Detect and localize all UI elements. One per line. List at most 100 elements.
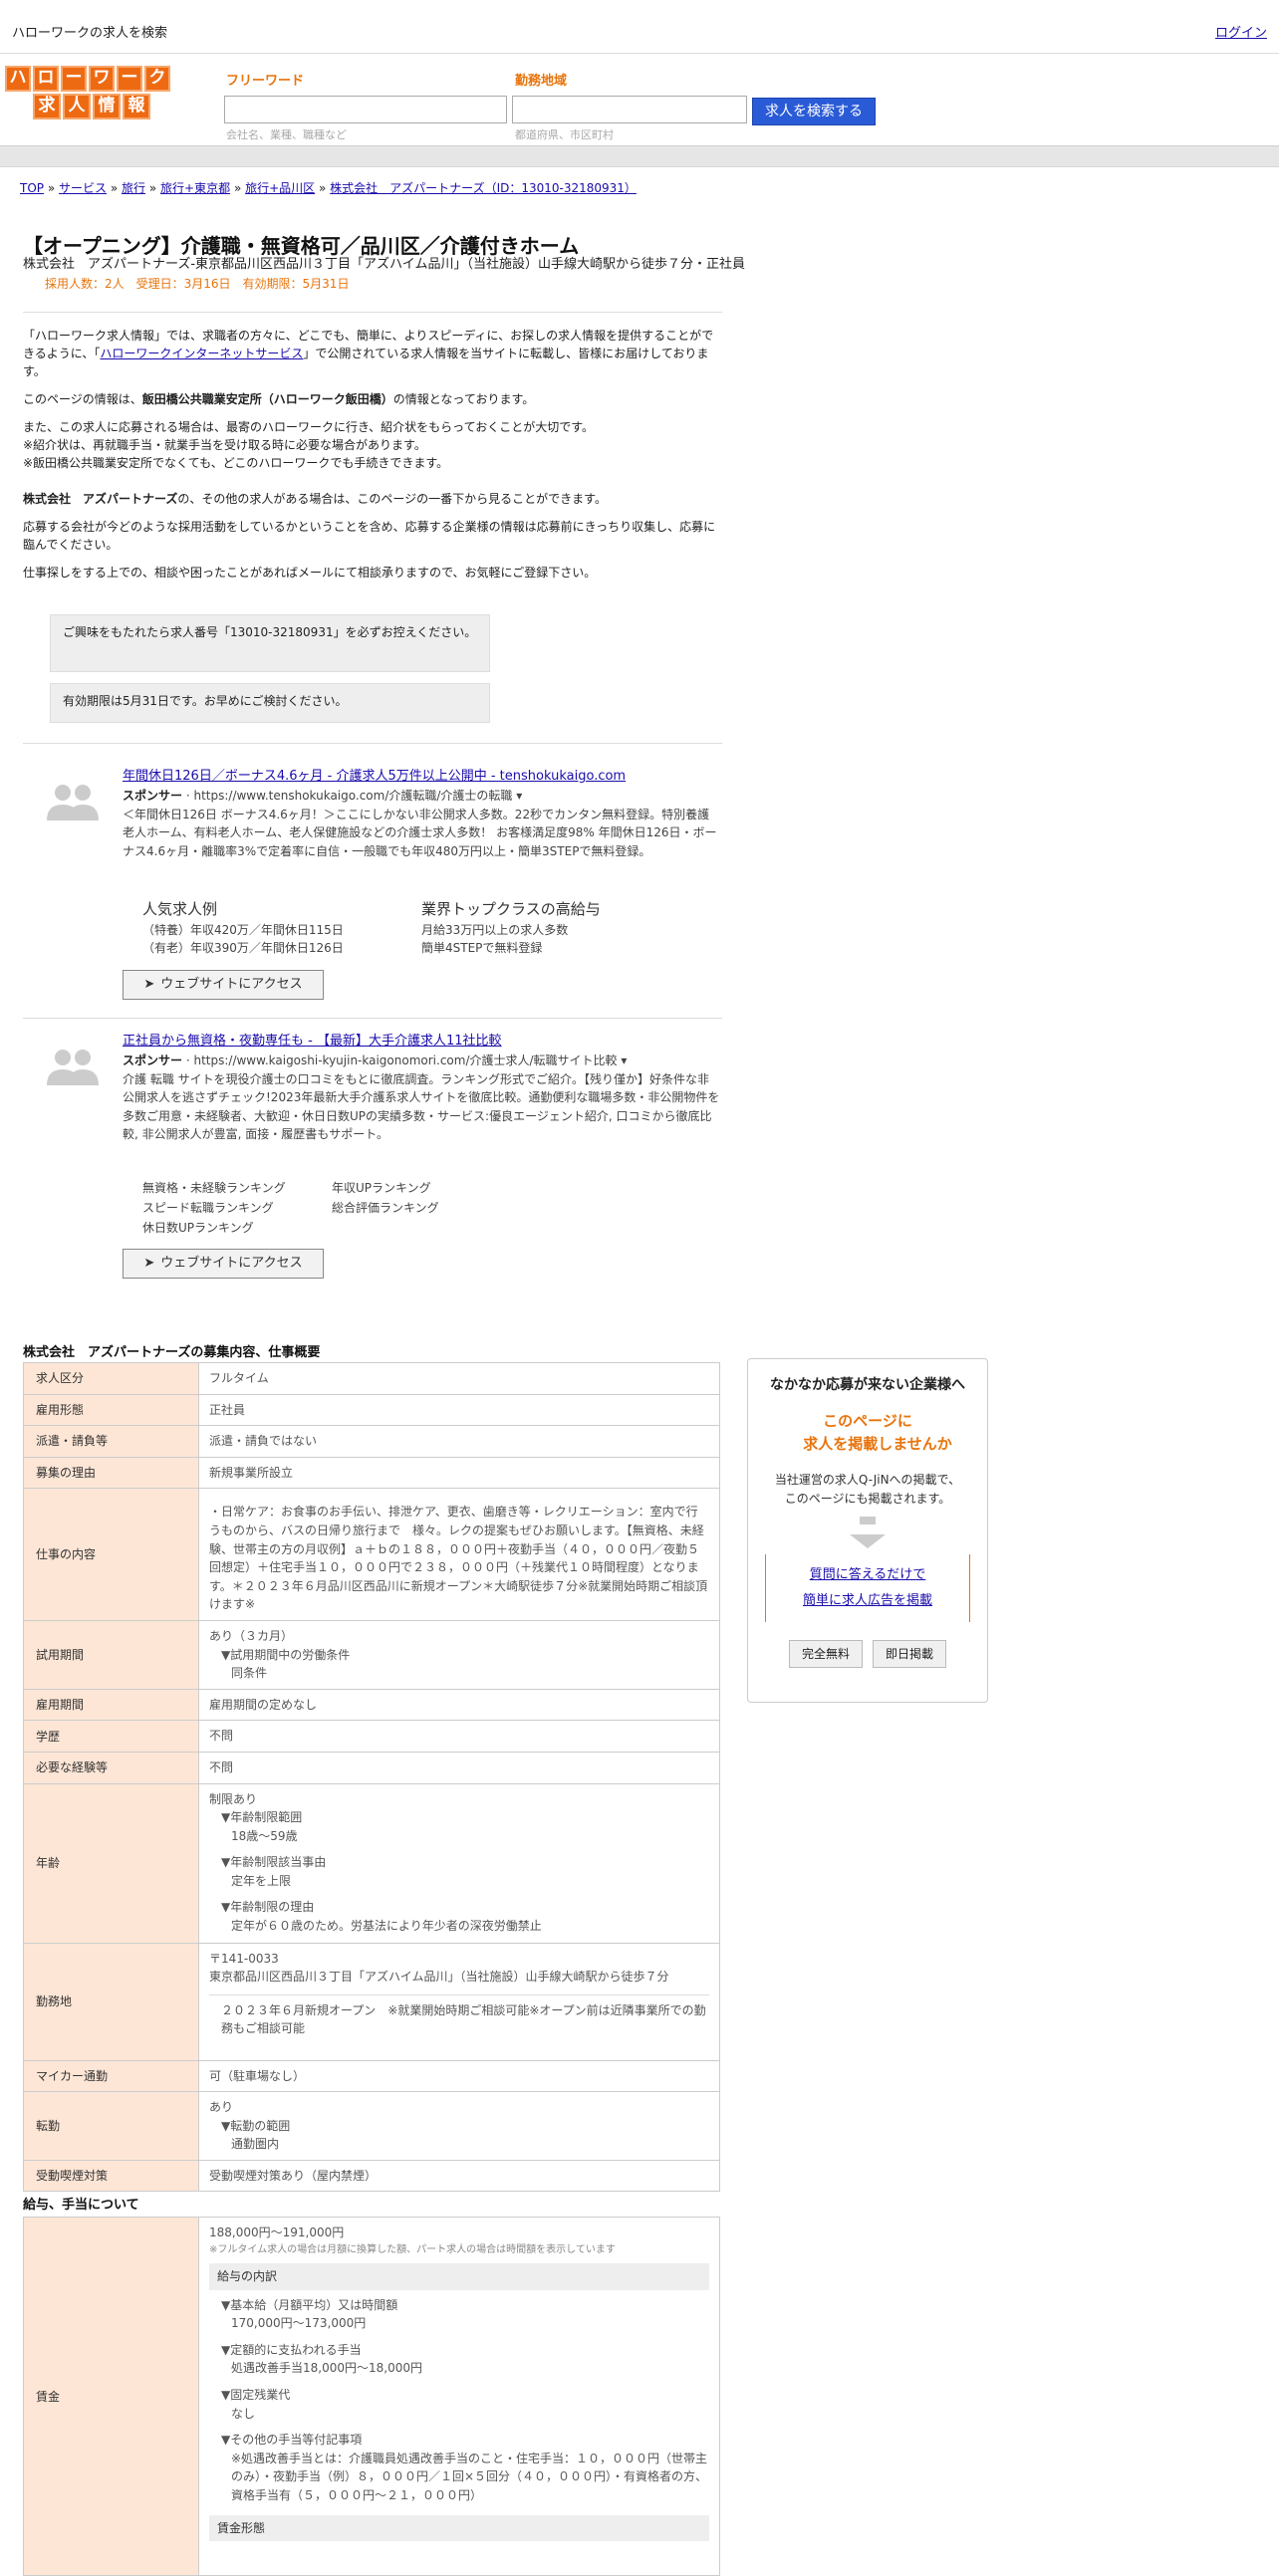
intro-text: 「ハローワーク求人情報」では、求職者の方々に、どこでも、簡単に、よりスピーディに… [23,327,720,591]
row-label: 派遣・請負等 [23,1425,199,1458]
row-label: 賃金 [23,2217,199,2576]
row-value: 不問 [198,1751,720,1784]
search-button[interactable]: 求人を検索する [752,98,876,125]
row-value: 制限あり ▼年齢制限範囲 18歳〜59歳 ▼年齢制限該当事由 定年を上限 ▼年齢… [198,1782,720,1944]
divider [23,743,722,744]
ad-sitelink[interactable]: 年収UPランキング [332,1179,481,1197]
row-label: 募集の理由 [23,1456,199,1490]
table-row: 雇用形態 正社員 [23,1393,720,1427]
breadcrumb-service[interactable]: サービス [59,181,107,195]
row-value: あり ▼転勤の範囲 通勤圏内 [198,2091,720,2161]
row-value: 可（駐車場なし） [198,2059,720,2093]
promo-links: 質問に答えるだけで 簡単に求人広告を掲載 [765,1554,970,1623]
intro-paragraph: 株式会社 アズパートナーズの、その他の求人がある場合は、このページの一番下から見… [23,492,607,506]
ad-sitelink[interactable]: 人気求人例 （特養）年収420万／年間休日115日 （有老）年収390万／年間休… [142,898,382,957]
table-row: 雇用期間 雇用期間の定めなし [23,1688,720,1722]
table-row: マイカー通勤 可（駐車場なし） [23,2059,720,2093]
ad-description: スポンサー · https://www.tenshokukaigo.com/介護… [123,789,717,858]
ad-sitelink[interactable]: 無資格・未経験ランキング [142,1179,292,1197]
logo-char: 求 [33,94,61,119]
ad-sitelinks: 人気求人例 （特養）年収420万／年間休日115日 （有老）年収390万／年間休… [142,898,660,957]
row-label: 学歴 [23,1720,199,1753]
ad-sitelink[interactable]: 業界トップクラスの高給与 月給33万円以上の求人多数 簡単4STEPで無料登録 [421,898,660,957]
job-number-notice: ご興味をもたれたら求人番号「13010-32180931」を必ずお控えください。 [50,614,490,672]
ad-sitelink[interactable]: スピード転職ランキング [142,1199,292,1217]
logo-char: 情 [93,94,121,119]
job-subtitle: 株式会社 アズパートナーズ-東京都品川区西品川３丁目「アズハイム品川」（当社施設… [23,257,746,272]
intro-paragraph: 応募する会社が今どのような採用活動をしているかということを含め、応募する企業様の… [23,520,716,552]
row-label: 転勤 [23,2091,199,2161]
arrow-down-icon [850,1534,886,1549]
row-value: 〒141-0033 東京都品川区西品川３丁目「アズハイム品川」（当社施設）山手線… [198,1942,720,2061]
top-bar: ハローワークの求人を検索 ログイン [0,0,1279,54]
breadcrumb-top[interactable]: TOP [20,181,44,195]
salary-table: 賃金 188,000円〜191,000円 ※フルタイム求人の場合は月額に換算した… [23,2217,720,2576]
table-row: 賃金 188,000円〜191,000円 ※フルタイム求人の場合は月額に換算した… [23,2217,720,2576]
promo-text: 当社運営の求人Q-JiNへの掲載で、 このページにも掲載されます。 [774,1473,961,1507]
row-label: 試用期間 [23,1619,199,1690]
free-badge[interactable]: 完全無料 [788,1640,863,1669]
row-value: 雇用期間の定めなし [198,1688,720,1722]
breadcrumb-travel[interactable]: 旅行 [122,181,145,195]
intro-paragraph: このページの情報は、飯田橋公共職業安定所（ハローワーク飯田橋）の情報となっており… [23,392,535,406]
row-label: 仕事の内容 [23,1488,199,1621]
sponsored-ad: 年間休日126日／ボーナス4.6ヶ月 - 介護求人5万件以上公開中 - tens… [23,767,722,1006]
breadcrumb-company[interactable]: 株式会社 アズパートナーズ（ID：13010-32180931） [330,181,637,195]
row-label: 雇用形態 [23,1393,199,1427]
row-label: 受動喫煙対策 [23,2159,199,2193]
area-hint: 都道府県、市区町村 [515,128,614,141]
intro-paragraph: また、この求人に応募される場合は、最寄のハローワークに行き、紹介状をもらっておく… [23,420,595,470]
row-label: 求人区分 [23,1362,199,1395]
row-value: 受動喫煙対策あり（屋内禁煙） [198,2159,720,2193]
row-value: ・日常ケア：お食事のお手伝い、排泄ケア、更衣、歯磨き等・レクリエーション：室内で… [198,1488,720,1621]
freeword-label: フリーワード [226,74,305,89]
ad-title-link[interactable]: 年間休日126日／ボーナス4.6ヶ月 - 介護求人5万件以上公開中 - tens… [123,767,626,787]
breadcrumb: TOP » サービス » 旅行 » 旅行+東京都 » 旅行+品川区 » 株式会社… [20,181,637,195]
logo-char: ハ [5,66,31,92]
table-row: 年齢 制限あり ▼年齢制限範囲 18歳〜59歳 ▼年齢制限該当事由 定年を上限 … [23,1782,720,1944]
visit-website-button[interactable]: ➤ ウェブサイトにアクセス [123,970,324,1000]
ad-sitelink[interactable]: 休日数UPランキング [142,1219,292,1237]
table-row: 学歴 不問 [23,1720,720,1753]
logo-char: ー [61,66,87,92]
divider [23,312,722,313]
intro-paragraph: 仕事探しをする上での、相談や困ったことがあればメールにて相談承りますので、お気軽… [23,566,597,580]
intro-paragraph: 「ハローワーク求人情報」では、求職者の方々に、どこでも、簡単に、よりスピーディに… [23,329,714,378]
breadcrumb-travel-tokyo[interactable]: 旅行+東京都 [160,181,230,195]
same-day-badge[interactable]: 即日掲載 [873,1640,947,1669]
hellowork-logo[interactable]: ハ ロ ー ワ ー ク 求 人 情 報 [5,66,180,123]
table-row: 勤務地 〒141-0033 東京都品川区西品川３丁目「アズハイム品川」（当社施設… [23,1942,720,2061]
expiry-notice: 有効期限は5月31日です。お早めにご検討ください。 [50,683,490,723]
row-value: 新規事業所設立 [198,1456,720,1490]
row-value: 派遣・請負ではない [198,1425,720,1458]
promo-link-post-ad[interactable]: 簡単に求人広告を掲載 [803,1593,932,1608]
logo-char: ワ [89,66,115,92]
row-label: 雇用期間 [23,1688,199,1722]
promo-link-question[interactable]: 質問に答えるだけで [810,1567,926,1582]
site-title: ハローワークの求人を検索 [12,26,168,41]
area-input[interactable] [512,96,747,123]
visit-website-button[interactable]: ➤ ウェブサイトにアクセス [123,1249,324,1279]
section-heading: 株式会社 アズパートナーズの募集内容、仕事概要 [23,1345,321,1360]
employer-promo-box: なかなか応募が来ない企業様へ このページに 求人を掲載しませんか 当社運営の求人… [747,1358,988,1703]
row-label: 年齢 [23,1782,199,1944]
row-value: 188,000円〜191,000円 ※フルタイム求人の場合は月額に換算した額、パ… [198,2217,720,2576]
freeword-input[interactable] [224,96,507,123]
logo-char: ロ [33,66,59,92]
ad-title-link[interactable]: 正社員から無資格・夜勤専任も - 【最新】大手介護求人11社比較 [123,1032,502,1052]
promo-catch: このページに 求人を掲載しませんか [803,1412,952,1453]
row-label: マイカー通勤 [23,2059,199,2093]
people-icon [47,1050,99,1085]
login-link[interactable]: ログイン [1215,24,1267,44]
job-details-table: 求人区分 フルタイム 雇用形態 正社員 派遣・請負等 派遣・請負ではない 募集の… [23,1362,720,2193]
people-icon [47,785,99,820]
ad-sitelink[interactable]: 総合評価ランキング [332,1199,481,1217]
row-value: 不問 [198,1720,720,1753]
ad-description: スポンサー · https://www.kaigoshi-kyujin-kaig… [123,1054,720,1142]
breadcrumb-travel-shinagawa[interactable]: 旅行+品川区 [245,181,315,195]
logo-char: 報 [123,94,150,119]
arrow-down-icon [860,1517,876,1525]
sponsored-ad: 正社員から無資格・夜勤専任も - 【最新】大手介護求人11社比較 スポンサー ·… [23,1032,722,1290]
hellowork-internet-link[interactable]: ハローワークインターネットサービス [100,347,303,360]
row-label: 必要な経験等 [23,1751,199,1784]
